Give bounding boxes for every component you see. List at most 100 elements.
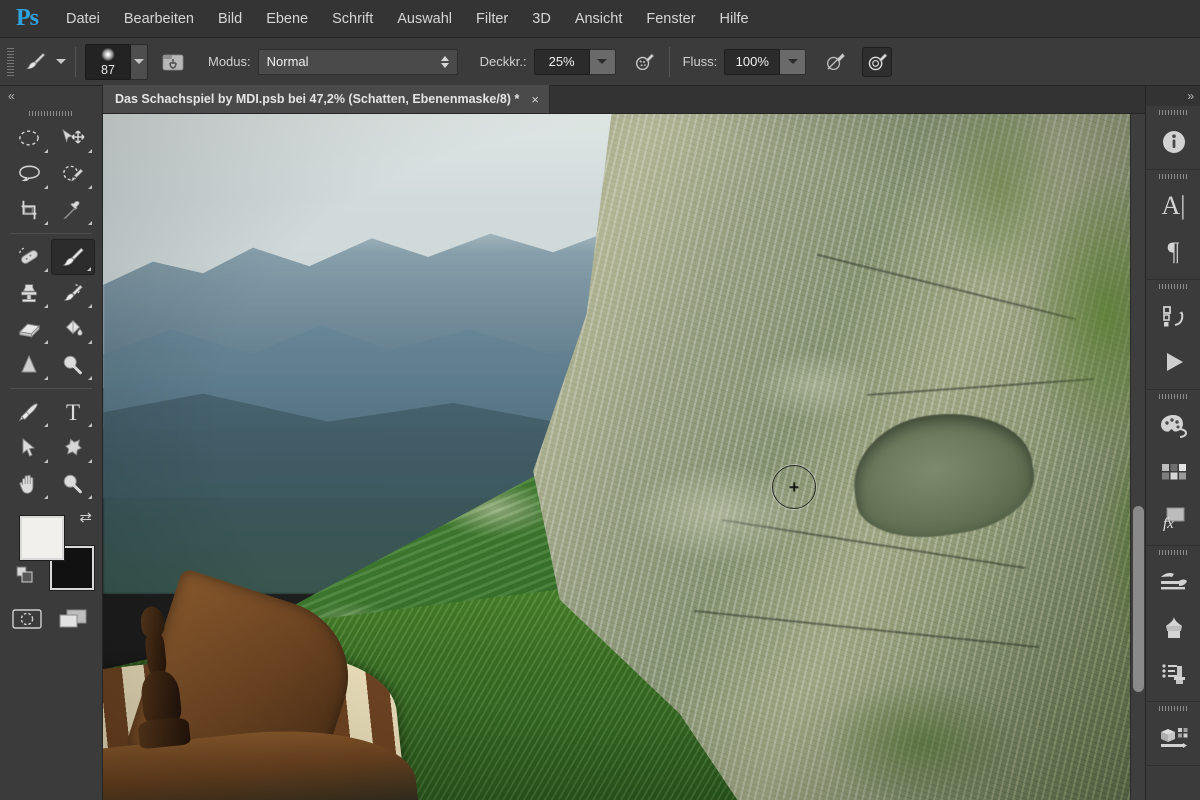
menu-bild[interactable]: Bild <box>206 0 254 38</box>
eyedropper-tool[interactable] <box>51 192 95 228</box>
foreground-color-swatch[interactable] <box>20 516 64 560</box>
canvas-vertical-scrollbar[interactable] <box>1130 114 1145 800</box>
color-swatches: ⇄ <box>14 508 102 600</box>
dock-group-grip[interactable] <box>1146 280 1200 293</box>
clone-stamp-tool[interactable] <box>7 275 51 311</box>
options-bar-grip[interactable] <box>7 47 14 76</box>
lasso-tool[interactable] <box>7 156 51 192</box>
quick-mask-button[interactable] <box>12 608 42 635</box>
pen-tool[interactable] <box>7 394 51 430</box>
tool-preset-chevron-down-icon[interactable] <box>56 59 66 64</box>
healing-brush-tool[interactable] <box>7 239 51 275</box>
swap-colors-icon[interactable]: ⇄ <box>79 508 92 526</box>
default-colors-icon[interactable] <box>16 566 34 589</box>
menu-datei[interactable]: Datei <box>54 0 112 38</box>
info-group <box>1146 106 1200 170</box>
brush-panel-toggle[interactable] <box>158 47 188 77</box>
flow-chevron-down-icon[interactable] <box>780 48 807 75</box>
chess-piece-head <box>139 605 167 640</box>
rock-crack <box>866 377 1094 396</box>
history-brush-tool[interactable] <box>51 275 95 311</box>
dock-group-grip[interactable] <box>1146 106 1200 119</box>
swatches-panel-icon[interactable] <box>1146 449 1200 495</box>
document-canvas[interactable] <box>103 114 1145 800</box>
tools-collapse-icon[interactable]: « <box>8 89 15 103</box>
tool-menu-corner-icon <box>44 423 48 427</box>
chessboard-layer <box>103 568 420 800</box>
flow-input[interactable]: 100% <box>724 48 781 75</box>
brush-presets-panel-icon[interactable] <box>1146 605 1200 651</box>
tool-menu-corner-icon <box>88 185 92 189</box>
dock-collapse-icon[interactable]: » <box>1187 89 1194 103</box>
mode-buttons-row <box>0 600 102 635</box>
menu-3d[interactable]: 3D <box>520 0 563 38</box>
dock-group-grip[interactable] <box>1146 390 1200 403</box>
tool-presets-panel-icon[interactable] <box>1146 651 1200 697</box>
airbrush-toggle[interactable] <box>820 47 850 77</box>
eyedropper-icon <box>63 200 80 219</box>
brush-preset-picker[interactable]: 87 <box>85 43 131 80</box>
brush-preset-chevron-down-icon[interactable] <box>131 43 148 80</box>
crop-tool[interactable] <box>7 192 51 228</box>
3d-panel-icon[interactable] <box>1146 715 1200 761</box>
screen-mode-button[interactable] <box>58 608 88 635</box>
dock-group-grip[interactable] <box>1146 170 1200 183</box>
move-icon <box>62 129 85 144</box>
dodge-tool[interactable] <box>51 347 95 383</box>
menu-auswahl[interactable]: Auswahl <box>385 0 464 38</box>
paragraph-panel-icon[interactable]: ¶ <box>1146 229 1200 275</box>
blend-mode-select[interactable]: Normal <box>257 48 458 75</box>
close-icon[interactable]: × <box>531 92 539 107</box>
pressure-opacity-toggle[interactable] <box>630 47 660 77</box>
menu-filter[interactable]: Filter <box>464 0 520 38</box>
shape-tool[interactable] <box>51 430 95 466</box>
crop-icon <box>21 200 37 220</box>
move-tool[interactable] <box>51 120 95 156</box>
actions-panel-icon[interactable] <box>1146 339 1200 385</box>
info-circle-icon <box>1162 131 1185 153</box>
dock-group-grip[interactable] <box>1146 546 1200 559</box>
menu-hilfe[interactable]: Hilfe <box>708 0 761 38</box>
brush-icon <box>62 247 84 266</box>
brush-panel-icon[interactable] <box>1146 559 1200 605</box>
history-brush-icon <box>63 284 83 301</box>
brush-tool[interactable] <box>51 239 95 275</box>
airbrush-icon <box>826 53 845 71</box>
color-panel-icon[interactable] <box>1146 403 1200 449</box>
menu-ansicht[interactable]: Ansicht <box>563 0 635 38</box>
color-group: fx <box>1146 390 1200 546</box>
paragraph-pilcrow-icon: ¶ <box>1167 237 1180 266</box>
rock-hollow <box>844 400 1042 549</box>
gradient-tool[interactable] <box>51 311 95 347</box>
menu-schrift[interactable]: Schrift <box>320 0 385 38</box>
path-selection-tool[interactable] <box>7 430 51 466</box>
styles-panel-icon[interactable]: fx <box>1146 495 1200 541</box>
info-panel-icon[interactable] <box>1146 119 1200 165</box>
history-panel-icon[interactable] <box>1146 293 1200 339</box>
pressure-size-toggle[interactable] <box>862 46 893 77</box>
eraser-tool[interactable] <box>7 311 51 347</box>
eraser-icon <box>18 323 40 338</box>
menu-fenster[interactable]: Fenster <box>634 0 707 38</box>
opacity-input[interactable]: 25% <box>533 48 590 75</box>
tools-panel-grip[interactable] <box>0 106 102 120</box>
marquee-tool[interactable] <box>7 120 51 156</box>
active-tool-icon[interactable] <box>20 46 52 78</box>
zoom-tool[interactable] <box>51 466 95 502</box>
play-triangle-icon <box>1166 353 1183 371</box>
type-tool[interactable]: T <box>51 394 95 430</box>
document-tab[interactable]: Das Schachspiel by MDI.psb bei 47,2% (Sc… <box>103 85 550 113</box>
quick-selection-tool[interactable] <box>51 156 95 192</box>
character-panel-icon[interactable]: A| <box>1146 183 1200 229</box>
menu-ebene[interactable]: Ebene <box>254 0 320 38</box>
opacity-chevron-down-icon[interactable] <box>589 48 616 75</box>
tool-menu-corner-icon <box>87 267 91 271</box>
tools-panel-header: « <box>0 86 102 106</box>
brush-cursor <box>772 465 816 509</box>
type-group: A| ¶ <box>1146 170 1200 280</box>
menu-bearbeiten[interactable]: Bearbeiten <box>112 0 206 38</box>
blur-tool[interactable] <box>7 347 51 383</box>
scrollbar-thumb[interactable] <box>1133 506 1144 692</box>
dock-group-grip[interactable] <box>1146 702 1200 715</box>
hand-tool[interactable] <box>7 466 51 502</box>
